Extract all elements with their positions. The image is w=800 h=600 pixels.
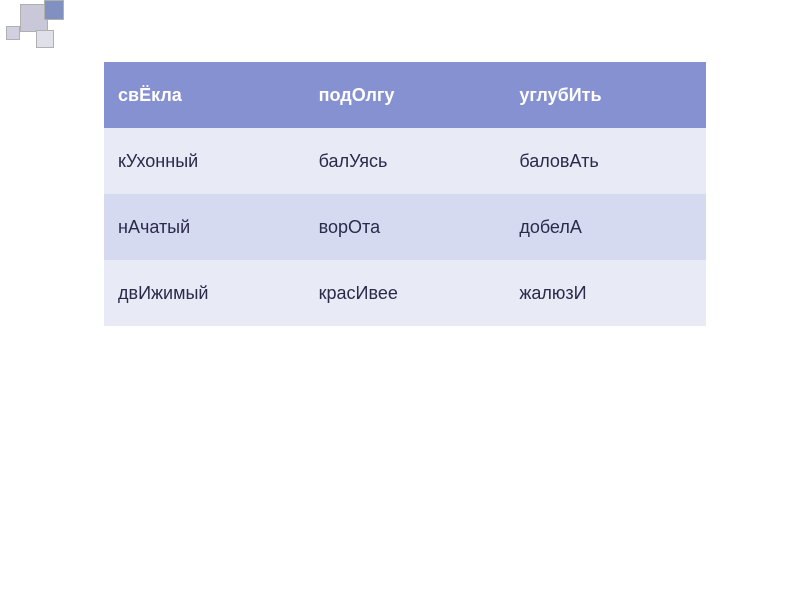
table-cell: ворОта <box>305 194 506 260</box>
table-cell: балУясь <box>305 128 506 194</box>
corner-decoration <box>0 0 80 60</box>
table-cell: свЁкла <box>104 62 305 128</box>
table-cell: углубИть <box>505 62 706 128</box>
table-cell: добелА <box>505 194 706 260</box>
table-cell: красИвее <box>305 260 506 326</box>
deco-square <box>44 0 64 20</box>
word-table: свЁкла подОлгу углубИть кУхонный балУясь… <box>104 62 706 326</box>
table-cell: нАчатый <box>104 194 305 260</box>
deco-square <box>6 26 20 40</box>
table-header-row: свЁкла подОлгу углубИть <box>104 62 706 128</box>
table-cell: кУхонный <box>104 128 305 194</box>
table-cell: подОлгу <box>305 62 506 128</box>
table-row: кУхонный балУясь баловАть <box>104 128 706 194</box>
deco-square <box>36 30 54 48</box>
table-cell: жалюзИ <box>505 260 706 326</box>
table-row: двИжимый красИвее жалюзИ <box>104 260 706 326</box>
table-cell: двИжимый <box>104 260 305 326</box>
stress-table: свЁкла подОлгу углубИть кУхонный балУясь… <box>104 62 706 326</box>
table-cell: баловАть <box>505 128 706 194</box>
table-row: нАчатый ворОта добелА <box>104 194 706 260</box>
